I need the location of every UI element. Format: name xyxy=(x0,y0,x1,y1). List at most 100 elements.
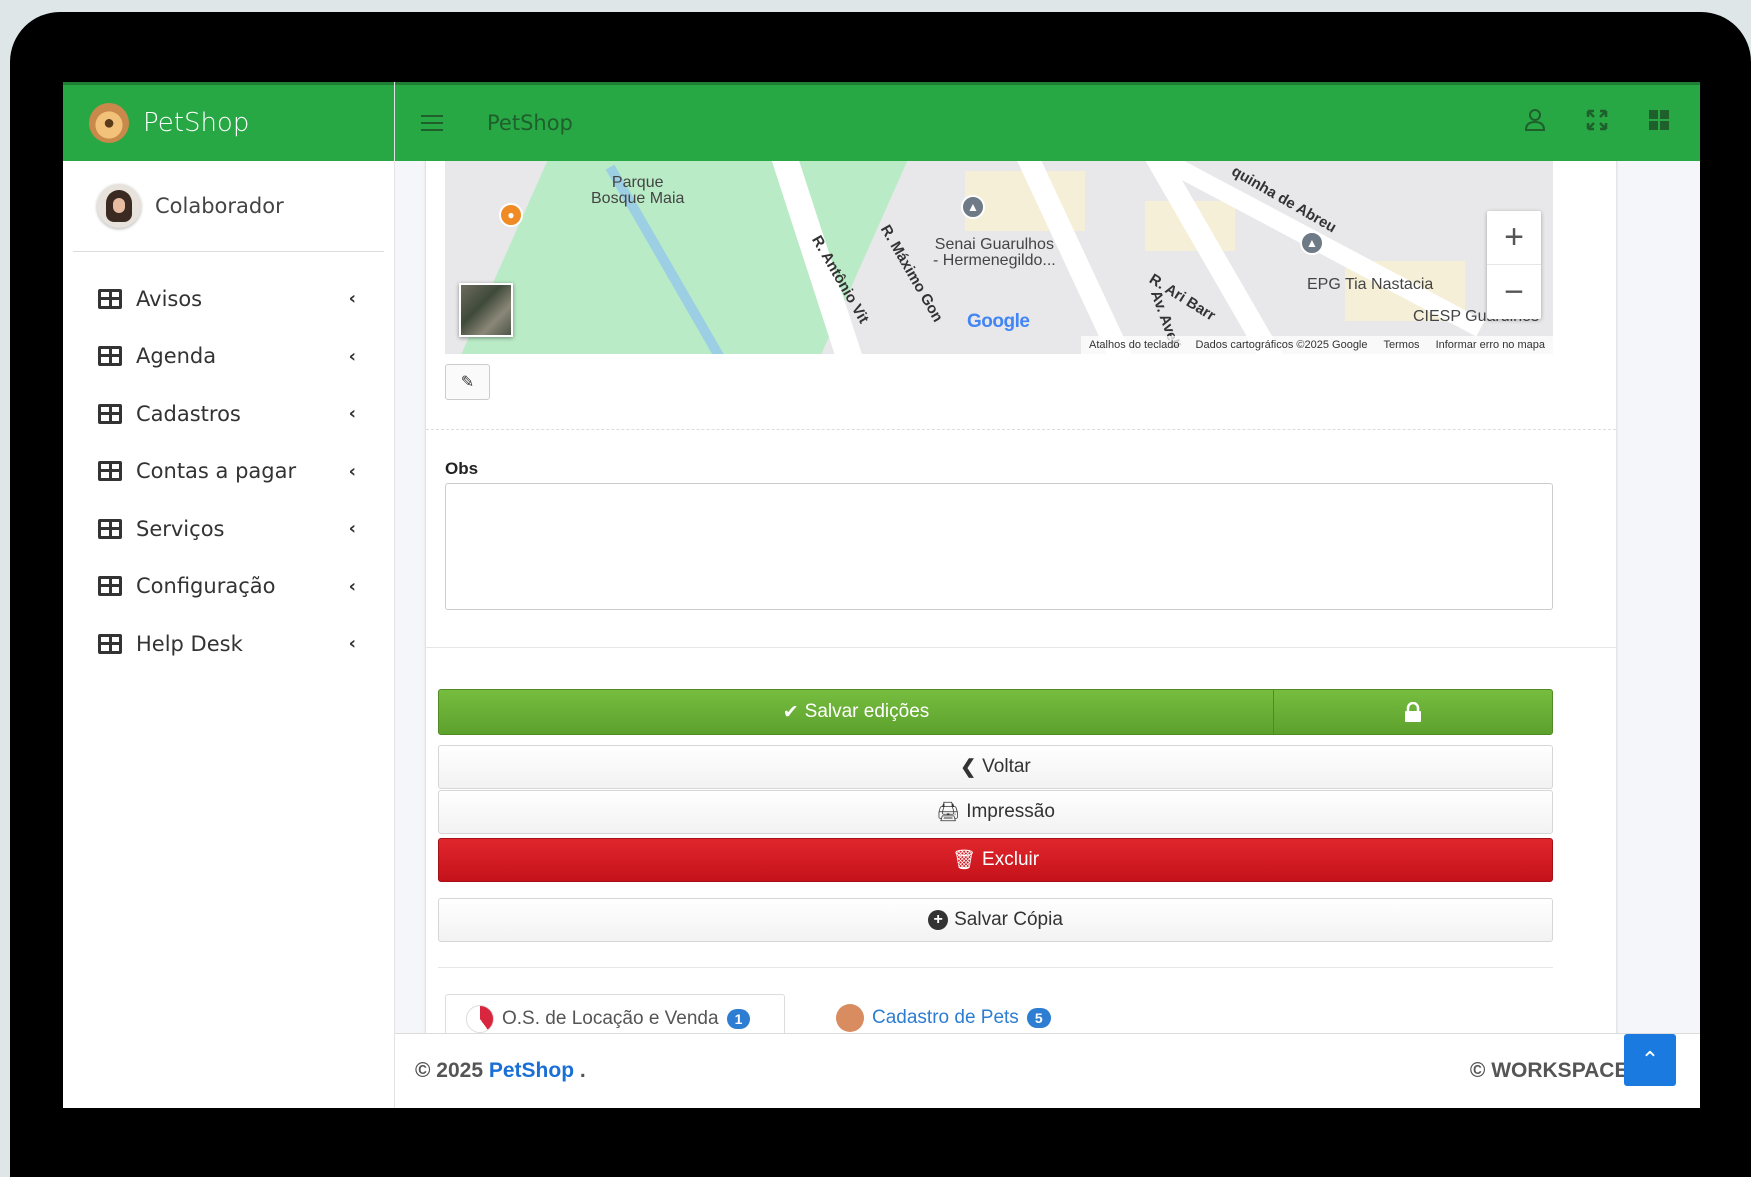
location-map[interactable]: Parque Bosque Maia Senai Guarulhos - Her… xyxy=(445,161,1553,354)
count-badge: 1 xyxy=(726,1008,751,1029)
chevron-up-icon: ⌃ xyxy=(1640,1047,1660,1072)
edit-form-card: Parque Bosque Maia Senai Guarulhos - Her… xyxy=(425,161,1617,1033)
satellite-toggle[interactable] xyxy=(459,283,513,337)
divider xyxy=(426,429,1616,430)
map-attribution: Atalhos do teclado Dados cartográficos ©… xyxy=(1081,336,1553,354)
user-panel[interactable]: Colaborador xyxy=(73,161,384,252)
hamburger-menu-icon[interactable] xyxy=(421,115,443,131)
grid-apps-icon[interactable] xyxy=(1646,107,1672,133)
google-logo: Google xyxy=(967,311,1030,332)
page-footer: © 2025 PetShop . © WORKSPACE Se xyxy=(395,1033,1700,1108)
sidebar-item-label: Help Desk xyxy=(136,631,243,656)
save-edits-main[interactable]: ✔ Salvar edições xyxy=(439,690,1274,734)
save-edits-button[interactable]: ✔ Salvar edições xyxy=(438,689,1553,735)
delete-button[interactable]: 🗑 Excluir xyxy=(438,838,1553,882)
rental-icon xyxy=(466,1004,494,1033)
obs-textarea[interactable] xyxy=(445,483,1553,610)
table-icon xyxy=(98,403,122,424)
zoom-in-button[interactable]: + xyxy=(1487,211,1541,265)
obs-label: Obs xyxy=(445,459,479,478)
school-pin-icon[interactable]: ▲ xyxy=(1300,231,1324,255)
save-edits-label: Salvar edições xyxy=(804,701,930,722)
footer-brand-link[interactable]: PetShop xyxy=(489,1059,574,1082)
divider xyxy=(438,967,1553,968)
user-name: Colaborador xyxy=(155,194,284,218)
sidebar-item-help-desk[interactable]: Help Desk ‹ xyxy=(63,615,394,673)
sidebar-item-cadastros[interactable]: Cadastros ‹ xyxy=(63,385,394,443)
zoom-out-button[interactable]: − xyxy=(1487,265,1541,319)
trash-icon: 🗑 xyxy=(951,850,977,871)
tab-label: O.S. de Locação e Venda xyxy=(502,1007,719,1029)
terms-link[interactable]: Termos xyxy=(1384,339,1420,351)
page-title[interactable]: PetShop xyxy=(487,111,573,135)
pencil-icon: ✎ xyxy=(460,374,475,391)
table-icon xyxy=(98,633,122,654)
chevron-left-icon: ‹ xyxy=(348,288,356,310)
chevron-left-icon: ‹ xyxy=(348,633,356,655)
scroll-to-top-button[interactable]: ⌃ xyxy=(1624,1034,1676,1086)
print-button[interactable]: 🖨 Impressão xyxy=(438,790,1553,834)
brand-link[interactable]: ● PetShop xyxy=(63,82,394,161)
map-zoom-controls: + − xyxy=(1487,211,1541,319)
map-label-epg: EPG Tia Nastacia xyxy=(1307,276,1434,293)
print-label: Impressão xyxy=(966,801,1055,822)
map-data-text: Dados cartográficos ©2025 Google xyxy=(1195,339,1368,351)
fullscreen-icon[interactable] xyxy=(1584,107,1610,133)
plus-circle-icon: + xyxy=(928,910,949,930)
top-navbar: PetShop xyxy=(395,82,1700,161)
sidebar-item-servicos[interactable]: Serviços ‹ xyxy=(63,500,394,558)
table-icon xyxy=(98,461,122,482)
footer-left: © 2025 PetShop . xyxy=(415,1059,586,1083)
sidebar-item-label: Agenda xyxy=(136,344,217,369)
top-actions xyxy=(1522,107,1672,133)
person-icon xyxy=(836,1004,864,1032)
save-copy-button[interactable]: + Salvar Cópia xyxy=(438,898,1553,942)
app-screen: ● PetShop Colaborador Avisos ‹ Agenda ‹ … xyxy=(63,82,1700,1108)
dog-logo-icon: ● xyxy=(89,103,129,143)
tab-label: Cadastro de Pets xyxy=(872,1007,1019,1028)
table-icon xyxy=(98,576,122,597)
brand-name: PetShop xyxy=(143,108,250,138)
sidebar-item-contas-a-pagar[interactable]: Contas a pagar ‹ xyxy=(63,443,394,501)
lock-button[interactable] xyxy=(1274,690,1552,734)
save-copy-label: Salvar Cópia xyxy=(954,909,1063,930)
sidebar-item-agenda[interactable]: Agenda ‹ xyxy=(63,328,394,386)
restaurant-pin-icon[interactable]: ● xyxy=(499,203,523,227)
edit-location-button[interactable]: ✎ xyxy=(445,364,490,400)
avatar xyxy=(97,184,141,228)
tab-os-locacao-venda[interactable]: O.S. de Locação e Venda 1 xyxy=(445,994,785,1033)
report-error-link[interactable]: Informar erro no mapa xyxy=(1436,339,1545,351)
main-content: Parque Bosque Maia Senai Guarulhos - Her… xyxy=(395,161,1700,1033)
sidebar-item-label: Contas a pagar xyxy=(136,459,297,484)
chevron-left-icon: ‹ xyxy=(348,518,356,540)
count-badge: 5 xyxy=(1026,1008,1051,1028)
map-label-senai: Senai Guarulhos - Hermenegildo... xyxy=(933,236,1056,269)
sidebar: ● PetShop Colaborador Avisos ‹ Agenda ‹ … xyxy=(63,82,395,1108)
sidebar-item-label: Cadastros xyxy=(136,401,241,426)
sidebar-item-label: Configuração xyxy=(136,574,276,599)
divider xyxy=(426,647,1616,648)
back-label: Voltar xyxy=(982,756,1031,777)
school-pin-icon[interactable]: ▲ xyxy=(961,195,985,219)
chevron-left-icon: ‹ xyxy=(348,345,356,367)
chevron-left-icon: ❮ xyxy=(960,756,977,778)
footer-suffix: . xyxy=(579,1059,586,1082)
tab-cadastro-pets[interactable]: Cadastro de Pets 5 xyxy=(816,994,1071,1033)
chevron-left-icon: ‹ xyxy=(348,575,356,597)
sidebar-item-avisos[interactable]: Avisos ‹ xyxy=(63,270,394,328)
table-icon xyxy=(98,518,122,539)
footer-year: © 2025 xyxy=(415,1059,484,1082)
chevron-left-icon: ‹ xyxy=(348,460,356,482)
table-icon xyxy=(98,346,122,367)
printer-icon: 🖨 xyxy=(936,802,961,823)
table-icon xyxy=(98,288,122,309)
map-label-park: Parque Bosque Maia xyxy=(591,174,685,207)
lock-icon xyxy=(1405,702,1421,722)
keyboard-shortcuts-link[interactable]: Atalhos do teclado xyxy=(1089,339,1180,351)
delete-label: Excluir xyxy=(982,849,1040,870)
sidebar-item-label: Avisos xyxy=(136,286,203,311)
chevron-left-icon: ‹ xyxy=(348,403,356,425)
user-icon[interactable] xyxy=(1522,107,1548,133)
back-button[interactable]: ❮ Voltar xyxy=(438,745,1553,789)
sidebar-item-configuracao[interactable]: Configuração ‹ xyxy=(63,558,394,616)
